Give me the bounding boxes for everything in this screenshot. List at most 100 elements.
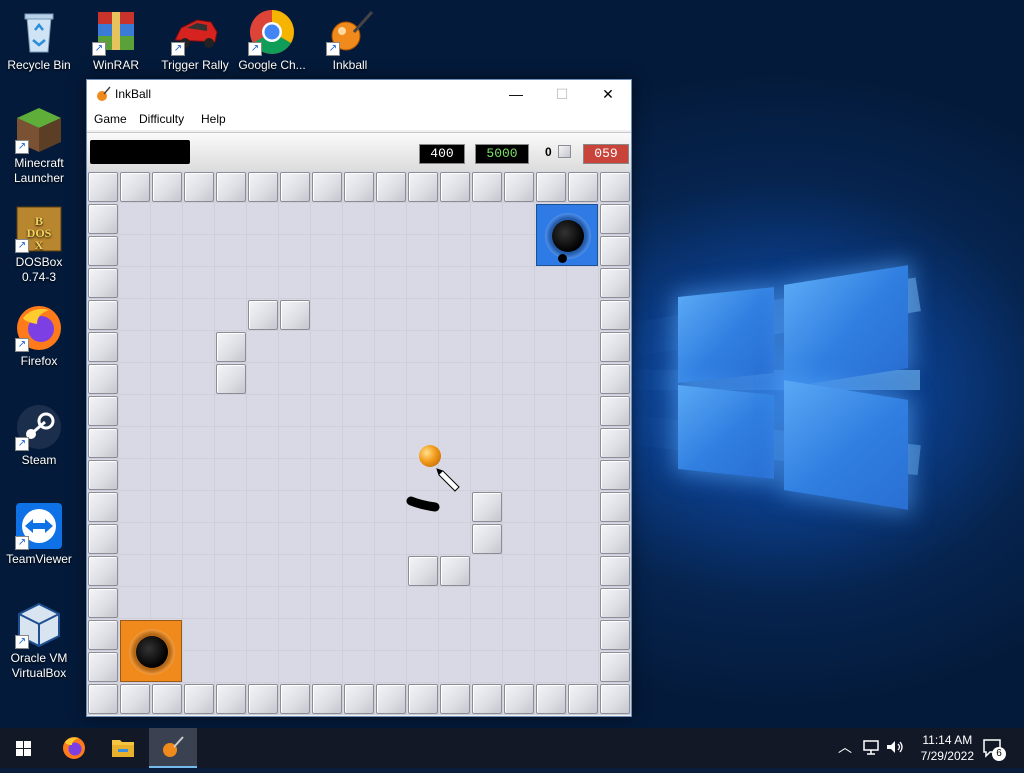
floor-tile xyxy=(503,299,535,331)
game-board[interactable] xyxy=(87,171,631,715)
shortcut-arrow-icon: ↗ xyxy=(15,635,29,649)
floor-tile xyxy=(471,459,503,491)
desktop-icon-trigger-rally[interactable]: ↗ Trigger Rally xyxy=(157,8,233,73)
firefox-icon xyxy=(63,737,85,759)
floor-tile xyxy=(183,619,215,651)
floor-tile xyxy=(439,587,471,619)
floor-tile xyxy=(151,459,183,491)
action-center-button[interactable]: 6 xyxy=(980,736,1010,761)
desktop-icon-label: Recycle Bin xyxy=(7,58,71,72)
floor-tile xyxy=(311,427,343,459)
floor-tile xyxy=(407,587,439,619)
floor-tile xyxy=(567,459,599,491)
wall-block xyxy=(600,204,630,234)
wall-block xyxy=(600,396,630,426)
floor-tile xyxy=(343,491,375,523)
wall-block xyxy=(216,172,246,202)
floor-tile xyxy=(535,491,567,523)
shortcut-arrow-icon: ↗ xyxy=(326,42,340,56)
wall-block xyxy=(88,204,118,234)
floor-tile xyxy=(567,587,599,619)
floor-tile xyxy=(471,395,503,427)
floor-tile xyxy=(567,395,599,427)
wall-block xyxy=(472,524,502,554)
desktop-icon-recycle-bin[interactable]: Recycle Bin xyxy=(1,8,77,73)
network-icon[interactable] xyxy=(862,738,880,761)
wall-block xyxy=(600,588,630,618)
floor-tile xyxy=(343,523,375,555)
floor-tile xyxy=(215,235,247,267)
wall-block xyxy=(600,172,630,202)
taskbar-inkball[interactable] xyxy=(149,728,197,768)
taskbar-file-explorer[interactable] xyxy=(99,728,147,768)
floor-tile xyxy=(439,619,471,651)
floor-tile xyxy=(375,427,407,459)
floor-tile xyxy=(439,523,471,555)
floor-tile xyxy=(247,523,279,555)
shortcut-arrow-icon: ↗ xyxy=(15,140,29,154)
shortcut-arrow-icon: ↗ xyxy=(15,536,29,550)
wall-block xyxy=(152,172,182,202)
windows-logo-pane xyxy=(784,265,908,388)
desktop-icon-minecraft-launcher[interactable]: ↗ Minecraft Launcher xyxy=(1,106,77,186)
floor-tile xyxy=(183,395,215,427)
wall-block xyxy=(344,684,374,714)
wall-block xyxy=(472,684,502,714)
floor-tile xyxy=(375,363,407,395)
floor-tile xyxy=(503,651,535,683)
volume-icon[interactable] xyxy=(885,738,905,761)
wall-block xyxy=(88,268,118,298)
blue-goal-hole xyxy=(536,204,598,266)
floor-tile xyxy=(279,555,311,587)
desktop-icon-teamviewer[interactable]: ↗ TeamViewer xyxy=(1,502,77,567)
target-score-counter: 5000 xyxy=(475,144,529,164)
floor-tile xyxy=(567,491,599,523)
floor-tile xyxy=(311,587,343,619)
taskbar: ︿ 11:14 AM 7/29/2022 6 xyxy=(0,728,1024,768)
taskbar-firefox[interactable] xyxy=(50,728,98,768)
desktop-icon-google-chrome[interactable]: ↗ Google Ch... xyxy=(234,8,310,73)
maximize-button[interactable]: ☐ xyxy=(539,80,585,108)
floor-tile xyxy=(311,651,343,683)
desktop-icon-winrar[interactable]: ↗ WinRAR xyxy=(78,8,154,73)
start-button[interactable] xyxy=(0,728,48,768)
floor-tile xyxy=(439,299,471,331)
floor-tile xyxy=(439,651,471,683)
walls-count: 0 xyxy=(545,145,552,159)
floor-tile xyxy=(151,523,183,555)
floor-tile xyxy=(471,331,503,363)
wall-block xyxy=(248,684,278,714)
windows-logo-pane xyxy=(678,286,774,384)
menu-difficulty[interactable]: Difficulty xyxy=(139,112,184,126)
floor-tile xyxy=(215,651,247,683)
minimize-button[interactable]: — xyxy=(493,80,539,108)
floor-tile xyxy=(311,299,343,331)
folder-icon xyxy=(112,740,134,757)
desktop-icon-steam[interactable]: ↗ Steam xyxy=(1,403,77,468)
floor-tile xyxy=(311,491,343,523)
desktop-icon-label: Firefox xyxy=(20,354,58,368)
desktop-icon-inkball[interactable]: ↗ Inkball xyxy=(312,8,388,73)
floor-tile xyxy=(247,555,279,587)
desktop-icon-dosbox[interactable]: B DOS X ↗ DOSBox 0.74-3 xyxy=(1,205,77,285)
wall-block xyxy=(376,172,406,202)
floor-tile xyxy=(439,331,471,363)
floor-tile xyxy=(535,363,567,395)
floor-tile xyxy=(439,267,471,299)
wall-block xyxy=(88,236,118,266)
show-hidden-icons-chevron-icon[interactable]: ︿ xyxy=(838,737,852,757)
wall-block xyxy=(408,684,438,714)
title-bar[interactable]: InkBall — ☐ ✕ xyxy=(87,80,631,108)
desktop-icon-firefox[interactable]: ↗ Firefox xyxy=(1,304,77,369)
close-button[interactable]: ✕ xyxy=(585,80,631,108)
winrar-icon: ↗ xyxy=(92,8,140,56)
desktop-icon-label: Inkball xyxy=(332,58,368,72)
wall-block xyxy=(600,236,630,266)
floor-tile xyxy=(183,331,215,363)
floor-tile xyxy=(375,331,407,363)
menu-help[interactable]: Help xyxy=(201,112,226,126)
system-clock[interactable]: 11:14 AM 7/29/2022 xyxy=(921,732,974,764)
menu-game[interactable]: Game xyxy=(94,112,127,126)
desktop-icon-virtualbox[interactable]: ↗ Oracle VM VirtualBox xyxy=(1,601,77,681)
wall-block xyxy=(152,684,182,714)
